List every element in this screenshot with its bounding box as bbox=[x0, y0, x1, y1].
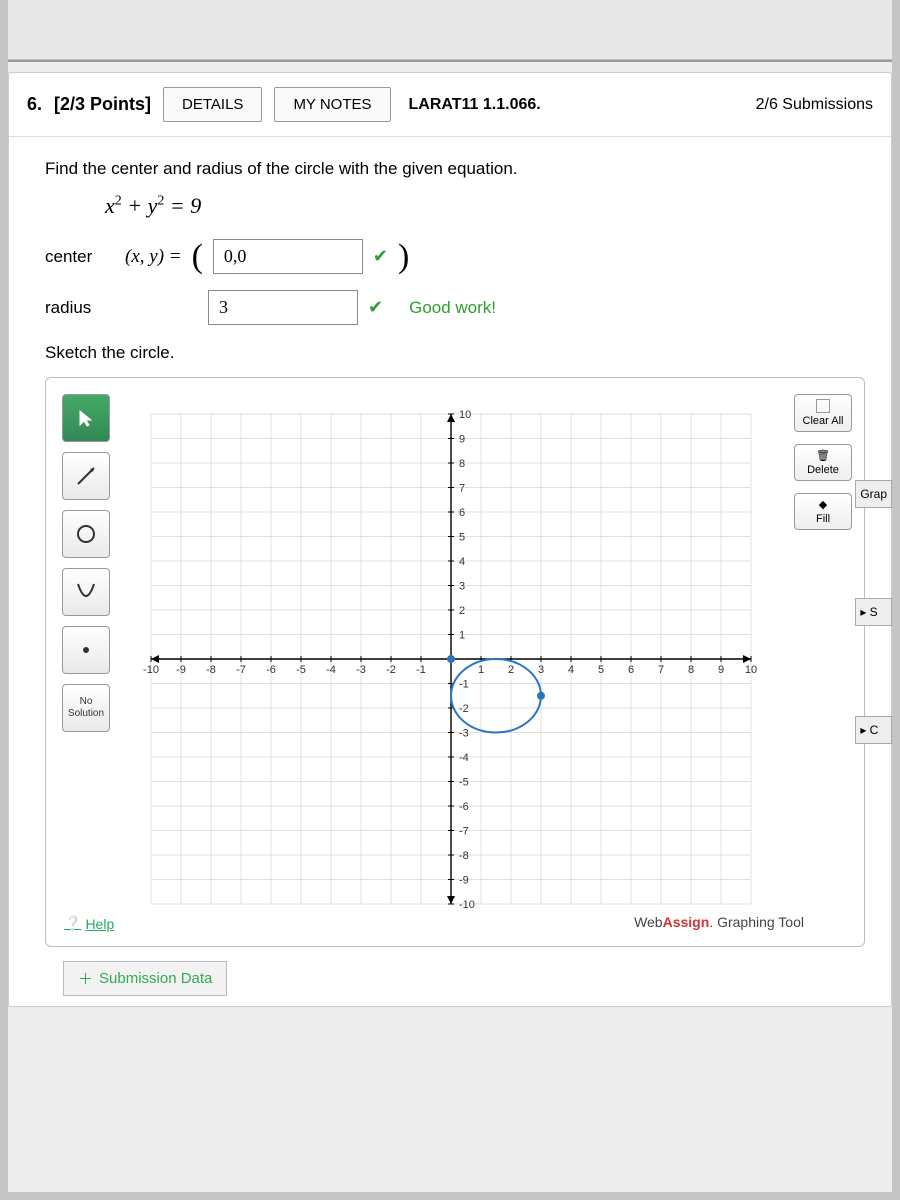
fill-icon: ◆ bbox=[819, 498, 827, 511]
point-tool-button[interactable] bbox=[62, 626, 110, 674]
svg-text:-2: -2 bbox=[459, 703, 469, 715]
right-toolbar: Clear All 🗑 Delete ◆ Fill bbox=[794, 394, 852, 530]
left-toolbar: No Solution bbox=[62, 394, 110, 732]
svg-text:5: 5 bbox=[459, 532, 465, 544]
center-input[interactable] bbox=[213, 239, 363, 274]
trash-icon: 🗑 bbox=[816, 449, 830, 462]
svg-text:-1: -1 bbox=[416, 664, 426, 676]
equation-display: x2 + y2 = 9 bbox=[105, 193, 861, 219]
svg-text:2: 2 bbox=[508, 664, 514, 676]
sketch-label: Sketch the circle. bbox=[45, 343, 861, 363]
svg-text:-5: -5 bbox=[459, 777, 469, 789]
svg-text:-9: -9 bbox=[176, 664, 186, 676]
points-label: [2/3 Points] bbox=[54, 94, 151, 115]
help-link[interactable]: ❔ Help bbox=[64, 915, 114, 932]
svg-text:6: 6 bbox=[628, 664, 634, 676]
check-icon: ✔ bbox=[368, 297, 383, 318]
svg-text:9: 9 bbox=[718, 664, 724, 676]
circle-tool-button[interactable] bbox=[62, 510, 110, 558]
svg-text:7: 7 bbox=[658, 664, 664, 676]
submission-count: 2/6 Submissions bbox=[756, 96, 873, 114]
graphing-tool: No Solution -10 -9 -8 -7 -6 -5 -4 -3 -2 -1 1 2 3 4 5 6 7… bbox=[45, 377, 865, 947]
svg-text:3: 3 bbox=[538, 664, 544, 676]
svg-text:-7: -7 bbox=[459, 826, 469, 838]
svg-text:-2: -2 bbox=[386, 664, 396, 676]
radius-input[interactable] bbox=[208, 290, 358, 325]
svg-text:8: 8 bbox=[688, 664, 694, 676]
graph-layers-tab[interactable]: Grap bbox=[855, 480, 892, 508]
my-notes-button[interactable]: MY NOTES bbox=[274, 87, 390, 122]
clear-all-button[interactable]: Clear All bbox=[794, 394, 852, 432]
graph-canvas[interactable]: -10 -9 -8 -7 -6 -5 -4 -3 -2 -1 1 2 3 4 5 6 7 8 9 10 -10 -9 -8 -… bbox=[131, 394, 771, 924]
svg-text:1: 1 bbox=[478, 664, 484, 676]
svg-text:-1: -1 bbox=[459, 679, 469, 691]
question-card: 6. [2/3 Points] DETAILS MY NOTES LARAT11… bbox=[8, 72, 892, 1007]
svg-text:9: 9 bbox=[459, 434, 465, 446]
help-icon: ❔ bbox=[64, 915, 81, 932]
svg-text:3: 3 bbox=[459, 581, 465, 593]
fill-button[interactable]: ◆ Fill bbox=[794, 493, 852, 530]
svg-text:-7: -7 bbox=[236, 664, 246, 676]
svg-text:-3: -3 bbox=[356, 664, 366, 676]
reference-code: LARAT11 1.1.066. bbox=[409, 96, 541, 114]
svg-text:7: 7 bbox=[459, 483, 465, 495]
paren-open: ( bbox=[192, 240, 203, 274]
line-tool-button[interactable] bbox=[62, 452, 110, 500]
svg-text:4: 4 bbox=[459, 556, 465, 568]
delete-button[interactable]: 🗑 Delete bbox=[794, 444, 852, 481]
center-expression: (x, y) = bbox=[125, 246, 182, 268]
svg-text:-8: -8 bbox=[459, 850, 469, 862]
svg-text:1: 1 bbox=[459, 630, 465, 642]
svg-text:-10: -10 bbox=[143, 664, 159, 676]
question-prompt: Find the center and radius of the circle… bbox=[45, 159, 861, 179]
svg-text:2: 2 bbox=[459, 605, 465, 617]
details-button[interactable]: DETAILS bbox=[163, 87, 262, 122]
radius-label: radius bbox=[45, 298, 115, 318]
parabola-tool-button[interactable] bbox=[62, 568, 110, 616]
plus-icon: ＋ bbox=[78, 968, 93, 989]
side-tab-c[interactable]: ▸ C bbox=[855, 716, 892, 744]
svg-text:4: 4 bbox=[568, 664, 574, 676]
check-icon: ✔ bbox=[373, 246, 388, 267]
svg-text:10: 10 bbox=[745, 664, 757, 676]
svg-text:6: 6 bbox=[459, 507, 465, 519]
svg-text:8: 8 bbox=[459, 458, 465, 470]
svg-text:-4: -4 bbox=[326, 664, 336, 676]
no-solution-button[interactable]: No Solution bbox=[62, 684, 110, 732]
side-tab-s[interactable]: ▸ S bbox=[855, 598, 892, 626]
svg-text:-8: -8 bbox=[206, 664, 216, 676]
clear-icon bbox=[816, 399, 830, 413]
submission-data-toggle[interactable]: ＋ Submission Data bbox=[63, 961, 227, 996]
svg-text:5: 5 bbox=[598, 664, 604, 676]
center-row: center (x, y) = ( ✔ ) bbox=[45, 239, 861, 274]
svg-text:-9: -9 bbox=[459, 875, 469, 887]
question-header: 6. [2/3 Points] DETAILS MY NOTES LARAT11… bbox=[9, 73, 891, 137]
svg-text:-6: -6 bbox=[266, 664, 276, 676]
radius-row: radius ✔ Good work! bbox=[45, 290, 861, 325]
svg-text:-6: -6 bbox=[459, 801, 469, 813]
svg-text:-10: -10 bbox=[459, 899, 475, 911]
svg-text:-4: -4 bbox=[459, 752, 469, 764]
paren-close: ) bbox=[398, 240, 409, 274]
pointer-tool-button[interactable] bbox=[62, 394, 110, 442]
credit-text: WebAssign. Graphing Tool bbox=[634, 914, 804, 930]
svg-text:-3: -3 bbox=[459, 728, 469, 740]
svg-text:-5: -5 bbox=[296, 664, 306, 676]
center-label: center bbox=[45, 247, 115, 267]
svg-text:10: 10 bbox=[459, 409, 471, 421]
feedback-text: Good work! bbox=[409, 298, 496, 318]
question-number: 6. bbox=[27, 94, 42, 115]
